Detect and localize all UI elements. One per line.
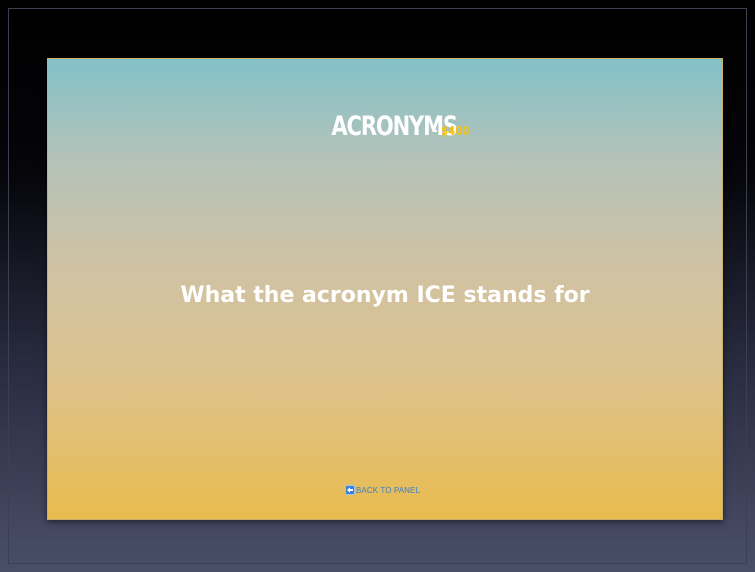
question-slide: ACRONYMS- $400 What the acronym ICE stand… bbox=[47, 58, 723, 520]
back-to-panel-label[interactable]: BACK TO PANEL bbox=[356, 486, 420, 495]
slide-title: ACRONYMS- $400 bbox=[48, 111, 722, 142]
back-to-panel-link[interactable]: BACK TO PANEL bbox=[345, 485, 420, 495]
back-arrow-icon[interactable] bbox=[345, 485, 355, 495]
question-text: What the acronym ICE stands for bbox=[180, 283, 590, 308]
point-value: $400 bbox=[440, 124, 470, 138]
category-title: ACRONYMS bbox=[331, 111, 458, 142]
